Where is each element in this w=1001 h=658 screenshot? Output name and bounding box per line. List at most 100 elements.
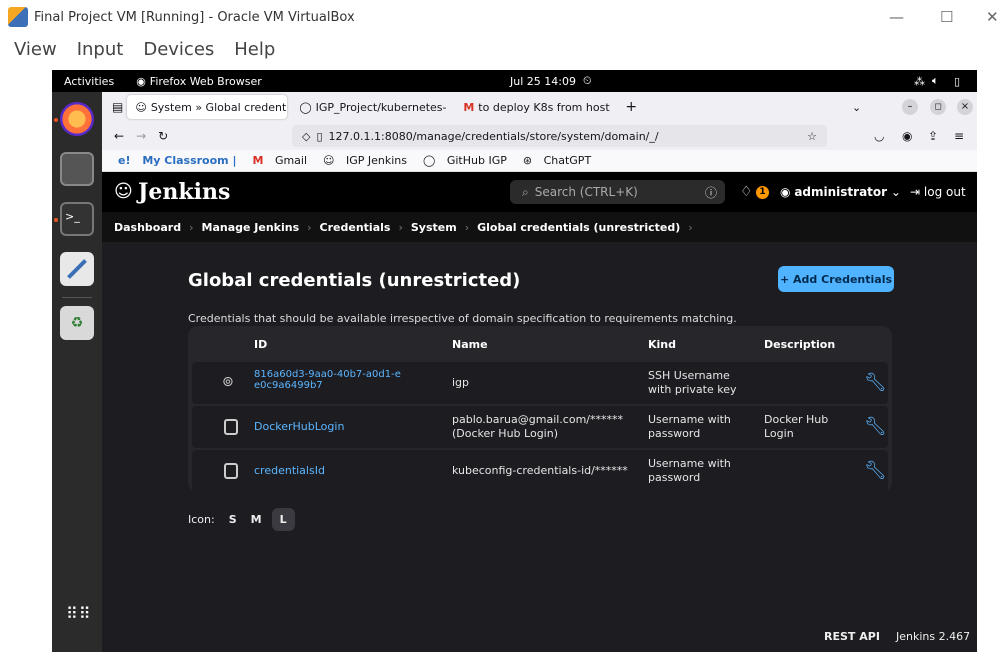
icon-size-small[interactable]: S [229,513,237,526]
maximize-icon[interactable]: ☐ [940,8,953,26]
pocket-icon[interactable]: ◡ [874,129,884,143]
my-classroom-bookmark[interactable]: e! My Classroom | [110,154,236,167]
running-indicator [54,118,58,122]
notification-badge[interactable]: 1 [756,185,769,199]
credential-id-link[interactable]: 816a60d3-9aa0-40b7-a0d1-ee0c9a6499b7 [254,369,404,391]
close-icon[interactable]: ✕ [986,8,999,26]
user-icon: ◉ [780,185,791,199]
reload-icon[interactable]: ↻ [158,129,168,143]
url-text[interactable]: 127.0.1.1:8080/manage/credentials/store/… [329,130,659,143]
update-credential-wrench-icon[interactable]: 🔧︎ [864,372,887,393]
firefox-dock-icon[interactable] [60,102,94,136]
breadcrumb-manage-jenkins[interactable]: Manage Jenkins [202,221,300,234]
github-favicon: ◯ [299,100,312,114]
network-icon[interactable]: ⁂ [914,75,925,88]
battery-icon[interactable]: ▯ [954,75,960,88]
menu-devices[interactable]: Devices [143,39,214,60]
tab-label: IGP_Project/kubernetes- [315,100,447,114]
close-tab-icon[interactable]: × [451,101,452,114]
show-apps-icon[interactable]: ⠿⠿ [66,606,91,622]
virtualbox-icon [8,7,28,27]
account-icon[interactable]: ◉ [902,129,912,143]
credential-name: pablo.barua@gmail.com/****** (Docker Hub… [452,413,623,440]
tab-list-icon[interactable]: ▤ [112,100,123,114]
jenkins-header: ☺ Jenkins ⌕ Search (CTRL+K) ⓘ ♢ 1 ◉ admi… [102,172,977,212]
update-credential-wrench-icon[interactable]: 🔧︎ [864,416,887,437]
volume-icon[interactable]: 🔈︎ [932,74,939,88]
search-box[interactable]: ⌕ Search (CTRL+K) ⓘ [510,180,725,204]
close-tab-icon[interactable]: × [614,101,616,114]
tab-bar: ▤ ☺ System » Global credenti × ◯ IGP_Pro… [102,92,977,122]
breadcrumb-separator[interactable]: › [688,221,692,234]
gnome-topbar: Activities ◉ Firefox Web Browser Jul 25 … [52,70,977,92]
restore-window-icon[interactable]: ◻ [930,99,946,115]
jenkins-logo[interactable]: Jenkins [138,179,230,205]
tab-gmail[interactable]: M to deploy K8s from host × [455,95,615,119]
column-header-description: Description [764,338,836,351]
logout-icon: ⇥ [910,185,921,199]
new-tab-icon[interactable]: + [625,99,637,115]
update-credential-wrench-icon[interactable]: 🔧︎ [864,460,887,481]
page-info-icon[interactable]: ▯ [316,130,322,143]
vbox-menubar: View Input Devices Help [0,34,1001,64]
activities-button[interactable]: Activities [64,75,114,88]
classroom-icon: e! [118,154,131,167]
icon-size-label: Icon: [188,513,215,526]
forward-icon[interactable]: → [136,129,146,143]
icon-size-medium[interactable]: M [251,513,262,526]
credential-id-link[interactable]: credentialsId [254,464,325,478]
files-icon[interactable] [60,152,94,186]
credential-id-link[interactable]: DockerHubLogin [254,420,344,434]
page-description: Credentials that should be available irr… [188,312,737,325]
rest-api-link[interactable]: REST API [824,630,880,643]
jenkins-version[interactable]: Jenkins 2.467 [896,630,970,643]
menu-input[interactable]: Input [77,39,124,60]
back-icon[interactable]: ← [114,129,124,143]
share-icon[interactable]: ⇪ [928,129,938,143]
credential-kind: Username with password [648,413,731,440]
trash-icon[interactable]: ♻ [60,306,94,340]
minimize-icon[interactable]: — [889,8,904,26]
list-all-tabs-icon[interactable]: ⌄ [852,101,861,114]
terminal-icon[interactable]: >_ [60,202,94,236]
tab-github[interactable]: ◯ IGP_Project/kubernetes- × [291,95,451,119]
menu-view[interactable]: View [14,39,57,60]
logout-link[interactable]: ⇥ log out [910,185,966,199]
tab-jenkins-credentials[interactable]: ☺ System » Global credenti × [127,95,288,119]
jenkins-footer: REST API Jenkins 2.467 [102,622,977,652]
help-icon[interactable]: ⓘ [705,184,717,201]
credential-description: Docker Hub Login [764,413,829,440]
breadcrumb-credentials[interactable]: Credentials [320,221,391,234]
clock[interactable]: Jul 25 14:09 [510,75,576,88]
breadcrumb-global-credentials[interactable]: Global credentials (unrestricted) [477,221,680,234]
credentials-table: ID Name Kind Description ⊚ 816a60d3-9aa0… [188,326,892,492]
minimize-window-icon[interactable]: – [902,99,918,115]
tab-label: to deploy K8s from host [478,100,610,114]
close-window-icon[interactable]: × [957,99,973,115]
navigation-bar: ← → ↻ ◇ ▯ 127.0.1.1:8080/manage/credenti… [102,122,977,150]
jenkins-butler-icon[interactable]: ☺ [114,181,133,202]
gmail-bookmark[interactable]: M Gmail [244,154,307,167]
breadcrumb-system[interactable]: System [411,221,457,234]
url-bar[interactable]: ◇ ▯ 127.0.1.1:8080/manage/credentials/st… [292,125,827,147]
search-placeholder: Search (CTRL+K) [534,185,638,199]
credential-name: igp [452,376,470,389]
shield-icon[interactable]: ◇ [302,130,310,143]
gmail-icon: M [252,154,264,167]
text-editor-icon[interactable] [60,252,94,286]
igp-jenkins-bookmark[interactable]: ☺ IGP Jenkins [315,154,407,167]
user-menu[interactable]: ◉ administrator ⌄ [780,185,901,199]
notifications-bell-icon[interactable]: ♢ [740,184,753,200]
jenkins-icon: ☺ [323,154,335,167]
bookmark-star-icon[interactable]: ☆ [807,130,817,143]
menu-help[interactable]: Help [234,39,275,60]
table-row: DockerHubLogin pablo.barua@gmail.com/***… [192,406,888,448]
chatgpt-bookmark[interactable]: ⊛ ChatGPT [515,154,591,167]
breadcrumb-dashboard[interactable]: Dashboard [114,221,181,234]
chatgpt-icon: ⊛ [522,154,533,167]
add-credentials-button[interactable]: + Add Credentials [778,266,894,292]
icon-size-large[interactable]: L [271,508,295,531]
menu-icon[interactable]: ≡ [954,129,964,143]
github-igp-bookmark[interactable]: ◯ GitHub IGP [415,154,507,167]
active-app-label[interactable]: Firefox Web Browser [150,75,262,88]
